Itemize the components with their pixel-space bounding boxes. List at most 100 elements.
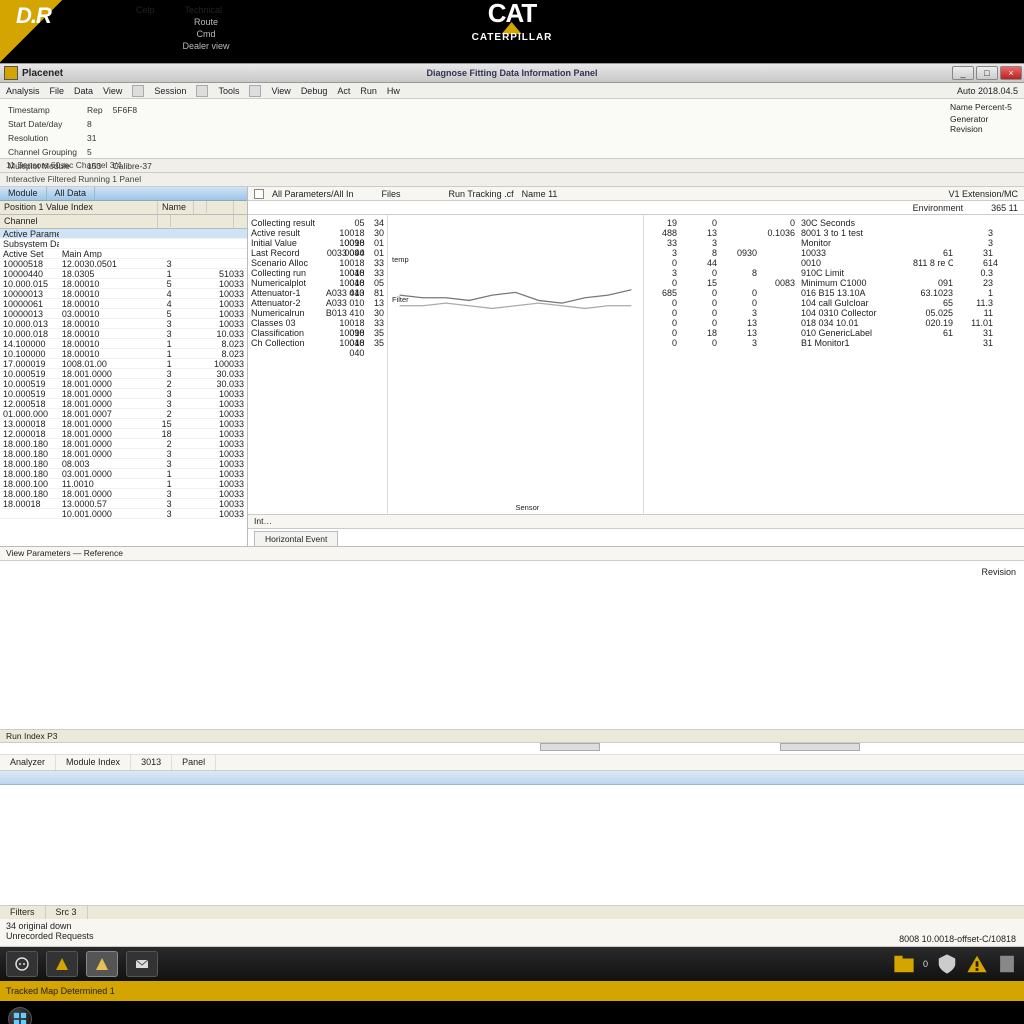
list-item[interactable]: Ch Collection10018 04035 — [251, 338, 384, 348]
list-item[interactable]: 68500016 B15 13.10A63.10231 — [647, 288, 1021, 298]
tab-module-index[interactable]: Module Index — [56, 755, 131, 770]
table-row[interactable]: 1000006118.00010410033 — [0, 299, 247, 309]
list-item[interactable]: Attenuator-2A033 01013 — [251, 298, 384, 308]
tab-filters[interactable]: Filters — [0, 906, 46, 919]
sort-icon[interactable] — [162, 215, 171, 227]
minimize-button[interactable]: _ — [952, 66, 974, 80]
list-item[interactable]: 0440010811 8 re C100614 — [647, 258, 1021, 268]
table-row[interactable]: 18.000.18018.001.0000310033 — [0, 449, 247, 459]
taskbar-chat-icon[interactable] — [6, 951, 38, 977]
list-item[interactable]: Last Record0033 04401 — [251, 248, 384, 258]
tab-analyzer[interactable]: Analyzer — [0, 755, 56, 770]
menu-item[interactable]: View — [103, 86, 122, 96]
list-item[interactable]: 488130.10368001 3 to 1 test3 — [647, 228, 1021, 238]
toolbar-icon[interactable] — [249, 85, 261, 97]
table-row[interactable]: Active Parameter Item — [0, 229, 247, 239]
slider-track[interactable] — [0, 743, 1024, 755]
table-row[interactable]: 01.000.00018.001.0007210033 — [0, 409, 247, 419]
grid-body[interactable]: Active Parameter ItemSubsystem DataActiv… — [0, 229, 247, 546]
menu-item[interactable]: View — [271, 86, 290, 96]
list-item[interactable]: 000104 call GuIcloar6511.3 — [647, 298, 1021, 308]
tab-panel[interactable]: Panel — [172, 755, 216, 770]
grid-col-2[interactable]: Name — [158, 201, 194, 214]
tray-shield-icon[interactable] — [936, 953, 958, 975]
list-item[interactable]: 003104 0310 Collector05.02511 — [647, 308, 1021, 318]
filter-icon[interactable] — [198, 201, 207, 213]
tab-module[interactable]: Module — [0, 187, 47, 200]
grid-col-1[interactable]: Position 1 Value Index — [0, 201, 158, 214]
tray-warning-icon[interactable] — [966, 953, 988, 975]
slider-thumb-1[interactable] — [540, 743, 600, 751]
tab-3013[interactable]: 3013 — [131, 755, 172, 770]
table-row[interactable]: 10.00051918.001.0000330.033 — [0, 369, 247, 379]
table-row[interactable]: 10.001.0000310033 — [0, 509, 247, 519]
list-item[interactable]: NumericalrunB013 41030 — [251, 308, 384, 318]
tab-all-data[interactable]: All Data — [47, 187, 96, 200]
maximize-button[interactable]: □ — [976, 66, 998, 80]
readings-table[interactable]: 190030C Seconds488130.10368001 3 to 1 te… — [644, 215, 1024, 514]
tray-folder-icon[interactable] — [893, 953, 915, 975]
menu-item[interactable]: Data — [74, 86, 93, 96]
menu-item[interactable]: Tools — [218, 86, 239, 96]
checkbox-all-parameters[interactable] — [254, 189, 264, 199]
table-row[interactable]: 12.00051818.001.0000310033 — [0, 399, 247, 409]
list-item[interactable]: 003B1 Monitor131 — [647, 338, 1021, 348]
menu-item[interactable]: File — [50, 86, 65, 96]
chart-area[interactable]: temp Sensor Filter — [388, 215, 644, 514]
list-item[interactable]: 0150083Minimum C100009123 — [647, 278, 1021, 288]
toolbar-icon[interactable] — [196, 85, 208, 97]
table-row[interactable]: 10.00051918.001.0000230.033 — [0, 379, 247, 389]
table-row[interactable]: 12.00001818.001.00001810033 — [0, 429, 247, 439]
table-row[interactable]: 18.0001813.0000.57310033 — [0, 499, 247, 509]
table-row[interactable]: Active SetMain Amp — [0, 249, 247, 259]
table-row[interactable]: 18.000.10011.0010110033 — [0, 479, 247, 489]
tray-device-icon[interactable] — [996, 953, 1018, 975]
list-item[interactable]: 333Monitor3 — [647, 238, 1021, 248]
table-row[interactable]: 18.000.18008.003310033 — [0, 459, 247, 469]
table-row[interactable]: 10.000.01518.00010510033 — [0, 279, 247, 289]
table-row[interactable]: 18.000.18018.001.0000210033 — [0, 439, 247, 449]
taskbar-app-active-icon[interactable] — [86, 951, 118, 977]
table-row[interactable]: 18.000.18018.001.0000310033 — [0, 489, 247, 499]
list-item[interactable]: Collecting run10018 04033 — [251, 268, 384, 278]
list-item[interactable]: Initial Value10018 009001 — [251, 238, 384, 248]
menu-item[interactable]: Act — [337, 86, 350, 96]
list-item[interactable]: Attenuator-1A033 41381 — [251, 288, 384, 298]
table-row[interactable]: 1000001318.00010410033 — [0, 289, 247, 299]
tab-horizontal-event[interactable]: Horizontal Event — [254, 531, 338, 546]
start-button[interactable] — [8, 1007, 32, 1024]
toolbar-icon[interactable] — [132, 85, 144, 97]
list-item[interactable]: 380930100336131 — [647, 248, 1021, 258]
table-row[interactable]: 10.10000018.0001018.023 — [0, 349, 247, 359]
table-row[interactable]: 1000051812.0030.05013 — [0, 259, 247, 269]
menu-item[interactable]: Debug — [301, 86, 328, 96]
table-row[interactable]: 13.00001818.001.00001510033 — [0, 419, 247, 429]
list-item[interactable]: Numericalplot10018 04005 — [251, 278, 384, 288]
table-row[interactable]: 1000044018.0305151033 — [0, 269, 247, 279]
menu-item[interactable]: Hw — [387, 86, 400, 96]
window-titlebar[interactable]: Placenet Diagnose Fitting Data Informati… — [0, 63, 1024, 83]
table-row[interactable]: 18.000.18003.001.0000110033 — [0, 469, 247, 479]
menu-item[interactable]: Session — [154, 86, 186, 96]
list-item[interactable]: 0013018 034 10.01020.1911.01 — [647, 318, 1021, 328]
list-item[interactable]: Collecting result0534 — [251, 218, 384, 228]
list-item[interactable]: 308910C Limit0.3 — [647, 268, 1021, 278]
list-item[interactable]: 01813010 GenericLabel6131 — [647, 328, 1021, 338]
table-row[interactable]: 10.000.01318.00010310033 — [0, 319, 247, 329]
list-item[interactable]: 190030C Seconds — [647, 218, 1021, 228]
table-row[interactable]: 14.10000018.0001018.023 — [0, 339, 247, 349]
table-row[interactable]: Subsystem Data — [0, 239, 247, 249]
table-row[interactable]: 1000001303.00010510033 — [0, 309, 247, 319]
table-row[interactable]: 17.0000191008.01.001100033 — [0, 359, 247, 369]
tab-src[interactable]: Src 3 — [46, 906, 88, 919]
parameter-table[interactable]: Collecting result0534Active result10018 … — [248, 215, 388, 514]
list-item[interactable]: Classification10018 04035 — [251, 328, 384, 338]
slider-thumb-2[interactable] — [780, 743, 860, 751]
grid-col-3[interactable] — [194, 201, 234, 214]
list-item[interactable]: Active result10018 009030 — [251, 228, 384, 238]
menu-item[interactable]: Run — [360, 86, 377, 96]
taskbar-app-icon[interactable] — [46, 951, 78, 977]
table-row[interactable]: 10.000.01818.00010310.033 — [0, 329, 247, 339]
list-item[interactable]: Classes 0310018 09033 — [251, 318, 384, 328]
table-row[interactable]: 10.00051918.001.0000310033 — [0, 389, 247, 399]
